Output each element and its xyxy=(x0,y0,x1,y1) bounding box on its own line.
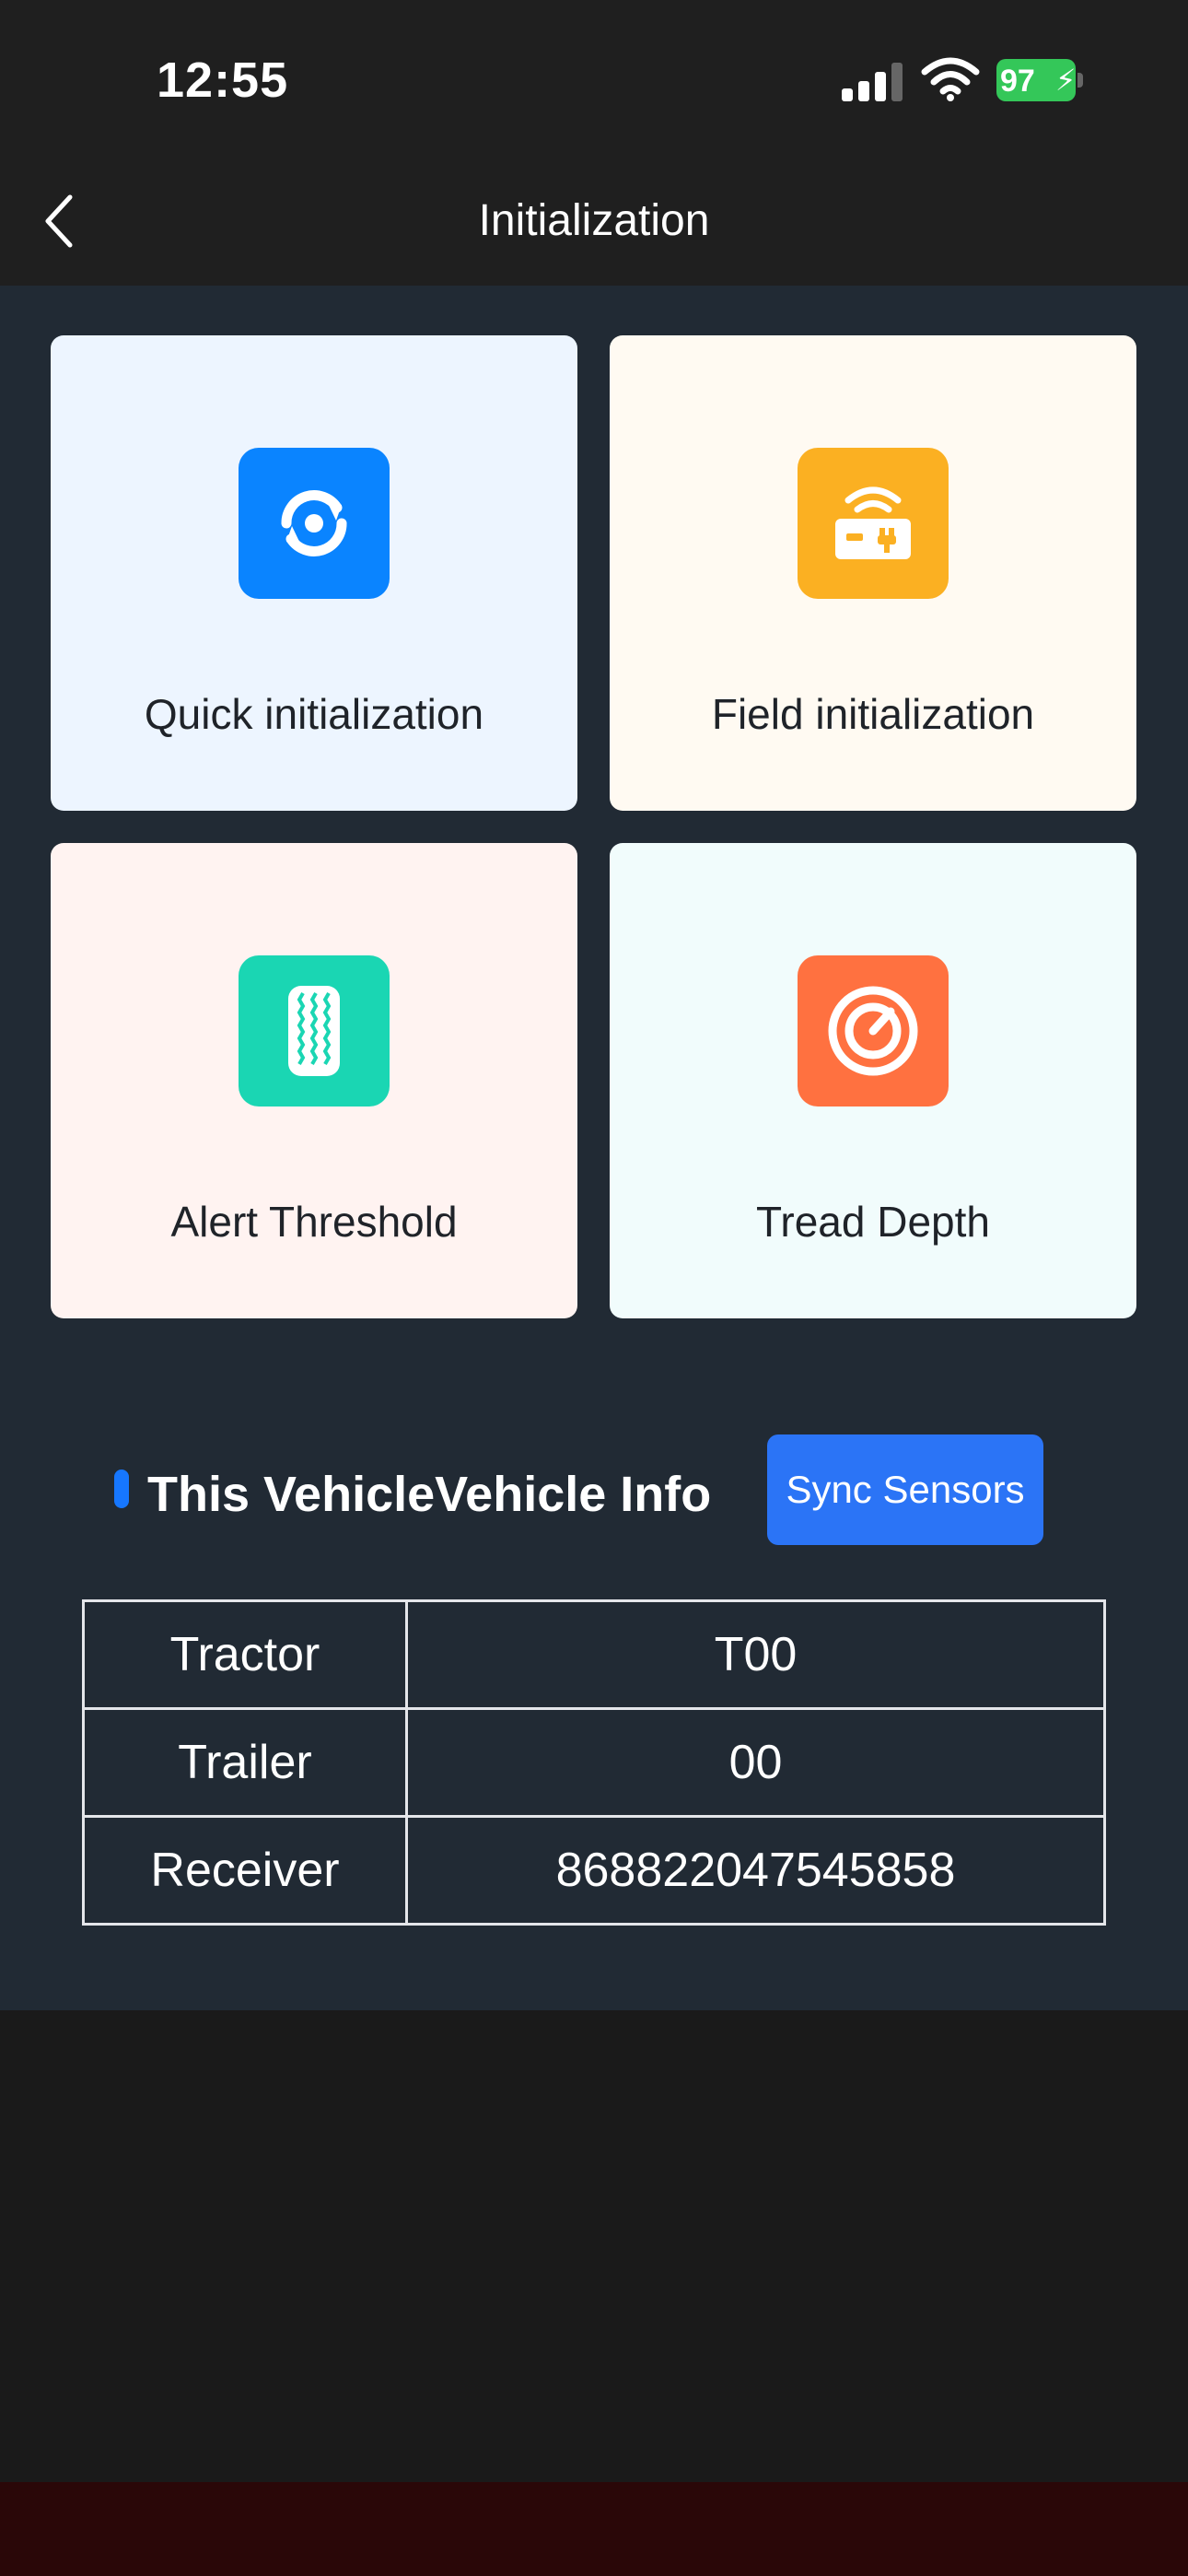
tractor-label: Tractor xyxy=(82,1599,408,1710)
section-accent-bar xyxy=(114,1469,129,1508)
section-title: This VehicleVehicle Info xyxy=(147,1467,712,1522)
card-label: Tread Depth xyxy=(756,1198,990,1246)
wireless-device-icon xyxy=(798,448,949,599)
tire-tread-icon xyxy=(239,955,390,1107)
battery-level: 97 xyxy=(1000,64,1035,99)
sync-sensors-button[interactable]: Sync Sensors xyxy=(767,1434,1043,1545)
nav-bar: Initialization xyxy=(0,157,1188,286)
gauge-icon xyxy=(798,955,949,1107)
page-title: Initialization xyxy=(478,196,710,245)
card-label: Field initialization xyxy=(711,690,1035,738)
alert-threshold-card[interactable]: Alert Threshold xyxy=(51,843,577,1318)
battery-icon: 97 ⚡ xyxy=(996,59,1076,101)
receiver-value: 868822047545858 xyxy=(405,1815,1106,1926)
status-time: 12:55 xyxy=(157,53,289,108)
trailer-label: Trailer xyxy=(82,1707,408,1818)
battery-indicator: 97 ⚡ xyxy=(996,59,1085,101)
field-initialization-card[interactable]: Field initialization xyxy=(610,335,1136,811)
table-row: Trailer 00 xyxy=(82,1707,1106,1818)
cellular-signal-icon xyxy=(842,63,903,101)
tractor-value: T00 xyxy=(405,1599,1106,1710)
charging-bolt-icon: ⚡ xyxy=(1055,64,1077,97)
trailer-value: 00 xyxy=(405,1707,1106,1818)
vehicle-info-table: Tractor T00 Trailer 00 Receiver 86882204… xyxy=(82,1599,1106,1926)
main-content: Quick initialization Field initializatio… xyxy=(0,286,1188,2010)
card-label: Quick initialization xyxy=(144,690,484,738)
status-bar: 12:55 97 ⚡ xyxy=(0,0,1188,157)
table-row: Tractor T00 xyxy=(82,1599,1106,1710)
wifi-icon xyxy=(921,57,980,101)
receiver-label: Receiver xyxy=(82,1815,408,1926)
tread-depth-card[interactable]: Tread Depth xyxy=(610,843,1136,1318)
sync-icon xyxy=(239,448,390,599)
battery-nub xyxy=(1077,73,1083,88)
quick-initialization-card[interactable]: Quick initialization xyxy=(51,335,577,811)
table-row: Receiver 868822047545858 xyxy=(82,1815,1106,1926)
card-label: Alert Threshold xyxy=(170,1198,458,1246)
bottom-strip xyxy=(0,2482,1188,2576)
